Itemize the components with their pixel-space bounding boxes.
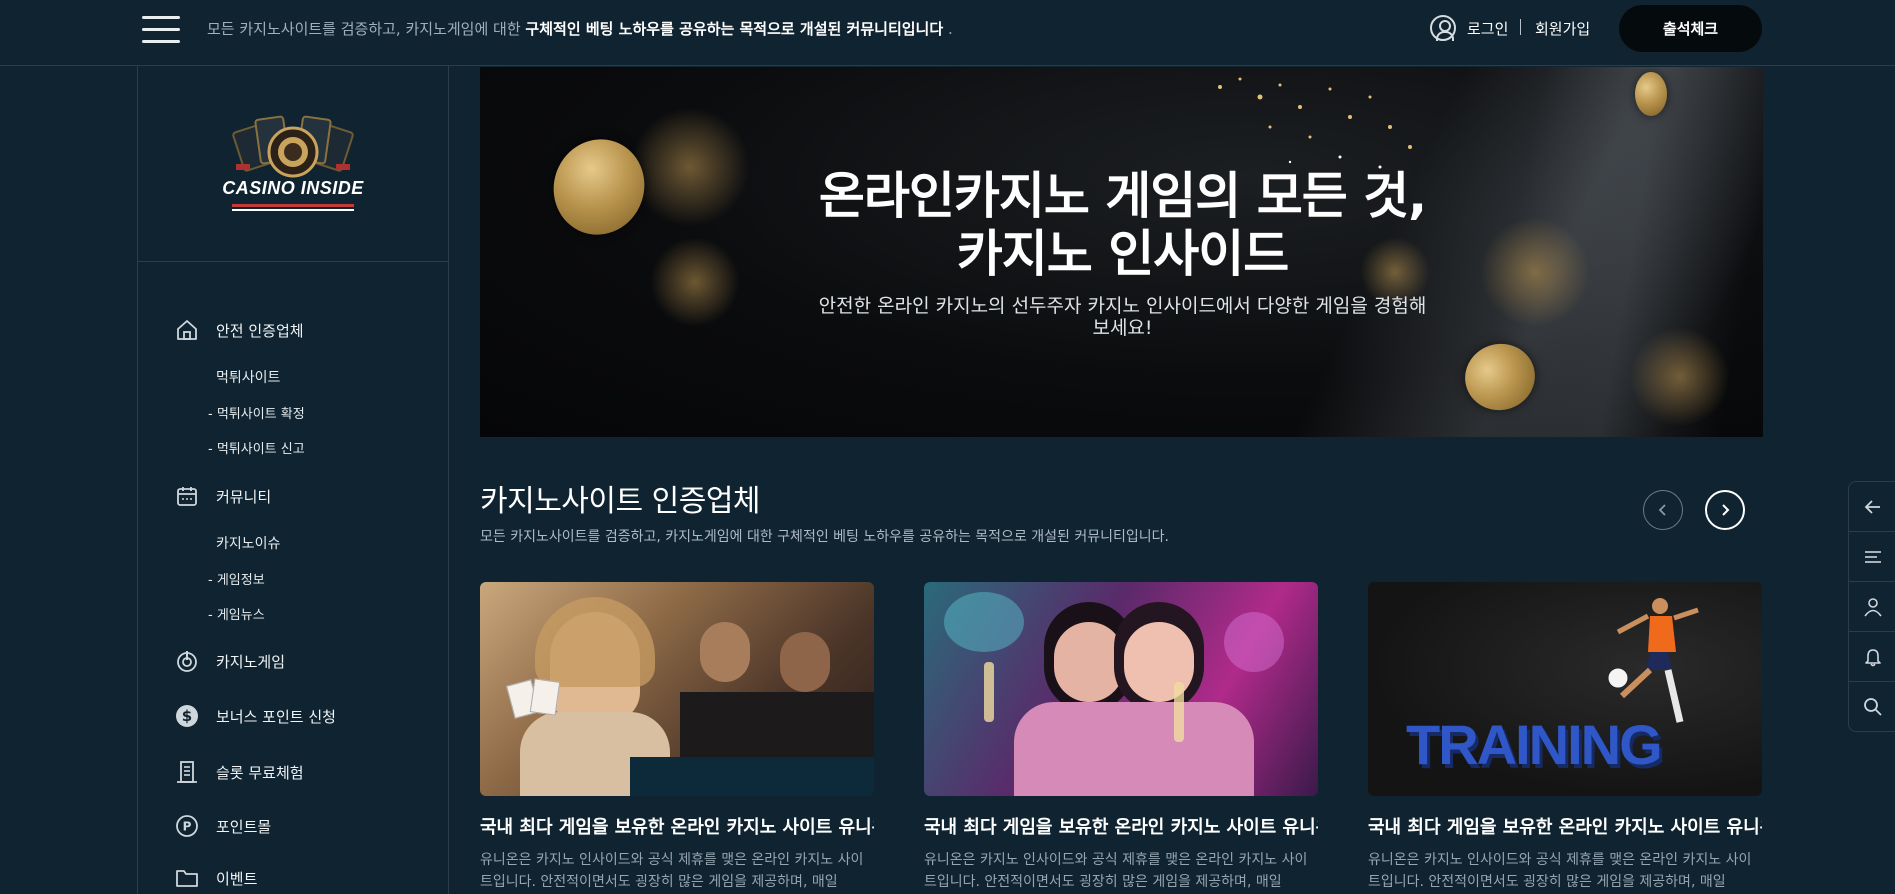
list-icon bbox=[1865, 550, 1881, 563]
vendor-card[interactable]: TRAINING 국내 최다 게임을 보유한 온라인 카지노 사이트 유니온 유… bbox=[1368, 582, 1762, 890]
card-image-party-women[interactable] bbox=[924, 582, 1318, 796]
card-title[interactable]: 국내 최다 게임을 보유한 온라인 카지노 사이트 유니온 bbox=[1368, 813, 1762, 839]
sidebar-item-label: 보너스 포인트 신청 bbox=[216, 707, 336, 726]
sidebar-item-bonus-point[interactable]: $ 보너스 포인트 신청 bbox=[174, 703, 336, 729]
sidebar-item-label: 카지노게임 bbox=[216, 652, 286, 671]
carousel-next-button[interactable] bbox=[1705, 490, 1745, 530]
sidebar-item-label: 커뮤니티 bbox=[216, 487, 272, 506]
sidebar-subsub-scam-report[interactable]: - 먹튀사이트 신고 bbox=[208, 438, 305, 457]
back-button[interactable] bbox=[1849, 482, 1895, 532]
signup-link[interactable]: 회원가입 bbox=[1535, 18, 1590, 39]
tagline-bold: 구체적인 베팅 노하우를 공유하는 목적으로 개설된 커뮤니티입니다 bbox=[525, 20, 944, 38]
person-body bbox=[1014, 702, 1254, 796]
card-description: 유니온은 카지노 인사이드와 공식 제휴를 맺은 온라인 카지노 사이트입니다.… bbox=[1368, 852, 1752, 890]
folder-icon bbox=[174, 865, 200, 891]
section-title: 카지노사이트 인증업체 bbox=[480, 484, 761, 519]
hero-title-line2: 카지노 인사이드 bbox=[956, 225, 1289, 283]
sidebar-subsub-game-info[interactable]: - 게임정보 bbox=[208, 569, 265, 588]
vendor-card[interactable]: 국내 최다 게임을 보유한 온라인 카지노 사이트 유니온 유니온은 카지노 인… bbox=[480, 582, 874, 890]
sidebar-item-label: 안전 인증업체 bbox=[216, 321, 304, 340]
right-quick-rail bbox=[1848, 481, 1895, 732]
dollar-icon: $ bbox=[174, 703, 200, 729]
svg-text:P: P bbox=[183, 820, 192, 834]
user-icon bbox=[1864, 597, 1882, 616]
light-blob bbox=[1224, 612, 1284, 672]
sidebar-item-label: 이벤트 bbox=[216, 869, 258, 888]
sidebar-item-event[interactable]: 이벤트 bbox=[174, 865, 257, 891]
sidebar-item-safe-vendors[interactable]: 안전 인증업체 bbox=[174, 317, 304, 343]
search-button[interactable] bbox=[1849, 682, 1895, 732]
card-description: 유니온은 카지노 인사이드와 공식 제휴를 맺은 온라인 카지노 사이트입니다.… bbox=[924, 852, 1308, 890]
login-link[interactable]: 로그인 bbox=[1467, 18, 1508, 39]
vendor-card[interactable]: 국내 최다 게임을 보유한 온라인 카지노 사이트 유니온 유니온은 카지노 인… bbox=[924, 582, 1318, 890]
bokeh bbox=[1480, 217, 1590, 327]
sidebar-sub-scam-sites[interactable]: 먹튀사이트 bbox=[216, 367, 280, 387]
carousel-prev-button[interactable] bbox=[1643, 490, 1683, 530]
header-tagline: 모든 카지노사이트를 검증하고, 카지노게임에 대한 구체적인 베팅 노하우를 … bbox=[207, 18, 953, 39]
card-title[interactable]: 국내 최다 게임을 보유한 온라인 카지노 사이트 유니온 bbox=[480, 813, 874, 839]
power-icon bbox=[174, 648, 200, 674]
sidebar-subsub-scam-confirmed[interactable]: - 먹튀사이트 확정 bbox=[208, 403, 305, 422]
hero-title-line1: 온라인카지노 게임의 모든 것, bbox=[818, 167, 1427, 225]
card-image-casino-players[interactable] bbox=[480, 582, 874, 796]
chevron-left-icon bbox=[1658, 504, 1666, 516]
hero-title: 온라인카지노 게임의 모든 것, 카지노 인사이드 bbox=[810, 167, 1435, 283]
notification-button[interactable] bbox=[1849, 632, 1895, 682]
casino-table bbox=[630, 757, 874, 796]
playing-card bbox=[529, 678, 561, 716]
hero-banner: 온라인카지노 게임의 모든 것, 카지노 인사이드 안전한 온라인 카지노의 선… bbox=[480, 67, 1763, 437]
calendar-icon bbox=[174, 483, 200, 509]
card-description: 유니온은 카지노 인사이드와 공식 제휴를 맺은 온라인 카지노 사이트입니다.… bbox=[480, 852, 864, 890]
person-figure bbox=[700, 622, 750, 682]
user-icon[interactable] bbox=[1430, 15, 1456, 41]
logo-text: CASINO INSIDE bbox=[222, 178, 364, 198]
point-icon: P bbox=[174, 813, 200, 839]
search-icon bbox=[1864, 698, 1882, 716]
bell-icon bbox=[1865, 648, 1881, 666]
sidebar-item-casino-game[interactable]: 카지노게임 bbox=[174, 648, 285, 674]
menu-icon[interactable] bbox=[142, 14, 182, 44]
sidebar-item-label: 포인트몰 bbox=[216, 817, 272, 836]
building-icon bbox=[174, 759, 200, 785]
gold-sparkles bbox=[1218, 77, 1412, 169]
bokeh bbox=[630, 107, 750, 227]
sidebar-item-community[interactable]: 커뮤니티 bbox=[174, 483, 271, 509]
champagne-glass bbox=[984, 662, 994, 722]
card-title[interactable]: 국내 최다 게임을 보유한 온라인 카지노 사이트 유니온 bbox=[924, 813, 1318, 839]
sidebar-item-label: 슬롯 무료체험 bbox=[216, 763, 304, 782]
bokeh bbox=[650, 237, 740, 327]
coin bbox=[1635, 72, 1667, 116]
chevron-right-icon bbox=[1722, 504, 1730, 516]
logo-emblem bbox=[232, 115, 354, 178]
logo-underline bbox=[232, 204, 354, 211]
section-description: 모든 카지노사이트를 검증하고, 카지노게임에 대한 구체적인 베팅 노하우를 … bbox=[480, 529, 1169, 545]
sidebar-item-point-mall[interactable]: P 포인트몰 bbox=[174, 813, 271, 839]
divider bbox=[1520, 19, 1521, 35]
sidebar-item-slot-trial[interactable]: 슬롯 무료체험 bbox=[174, 759, 304, 785]
tagline-prefix: 모든 카지노사이트를 검증하고, 카지노게임에 대한 bbox=[207, 20, 526, 38]
home-icon bbox=[174, 317, 200, 343]
sidebar-subsub-game-news[interactable]: - 게임뉴스 bbox=[208, 604, 265, 623]
person-hair bbox=[535, 597, 655, 687]
site-logo[interactable]: CASINO INSIDE bbox=[218, 110, 368, 220]
light-blob bbox=[944, 592, 1024, 652]
bokeh bbox=[1630, 327, 1730, 427]
list-button[interactable] bbox=[1849, 532, 1895, 582]
arrow-left-icon bbox=[1864, 499, 1880, 514]
svg-text:$: $ bbox=[182, 707, 192, 725]
profile-button[interactable] bbox=[1849, 582, 1895, 632]
training-text: TRAINING bbox=[1406, 713, 1663, 776]
sidebar: CASINO INSIDE 안전 인증업체 먹튀사이트 - 먹튀사이트 확정 -… bbox=[137, 66, 449, 894]
sidebar-sub-casino-issue[interactable]: 카지노이슈 bbox=[216, 533, 280, 553]
attendance-button[interactable]: 출석체크 bbox=[1619, 5, 1762, 52]
card-image-training[interactable]: TRAINING bbox=[1368, 582, 1762, 796]
logo-area: CASINO INSIDE bbox=[138, 66, 448, 262]
person-figure bbox=[780, 632, 830, 692]
champagne-glass bbox=[1174, 682, 1184, 742]
hero-subtitle: 안전한 온라인 카지노의 선두주자 카지노 인사이드에서 다양한 게임을 경험해… bbox=[818, 295, 1427, 339]
tagline-suffix: . bbox=[943, 20, 953, 38]
top-bar: 모든 카지노사이트를 검증하고, 카지노게임에 대한 구체적인 베팅 노하우를 … bbox=[0, 0, 1895, 66]
